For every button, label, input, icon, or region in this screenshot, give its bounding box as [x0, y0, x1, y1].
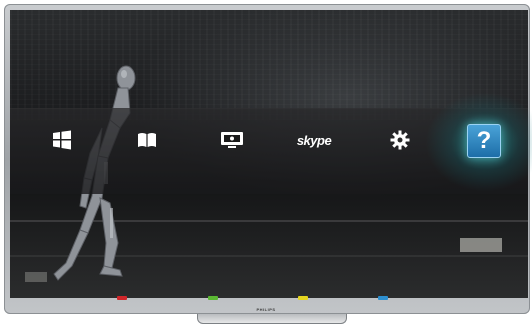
menu-item-browse[interactable] — [132, 122, 162, 158]
tv-stand — [197, 314, 347, 324]
menu-item-tv[interactable] — [216, 122, 248, 158]
skype-icon: skype — [296, 132, 332, 148]
menu-item-help[interactable]: ? — [467, 124, 501, 158]
blue-key-indicator[interactable] — [378, 296, 388, 300]
home-windows-icon — [53, 130, 71, 150]
question-icon: ? — [476, 127, 492, 154]
monitor-icon — [221, 132, 243, 148]
rubble-block — [460, 238, 502, 252]
menu-item-home[interactable] — [48, 122, 76, 158]
gear-icon — [390, 130, 410, 150]
brand-logo: PHILIPS — [256, 307, 276, 312]
menu-item-skype[interactable]: skype — [294, 122, 334, 158]
red-key-indicator[interactable] — [117, 296, 127, 300]
menu-item-setup[interactable] — [386, 122, 414, 158]
book-icon — [138, 133, 156, 147]
yellow-key-indicator[interactable] — [298, 296, 308, 300]
green-key-indicator[interactable] — [208, 296, 218, 300]
